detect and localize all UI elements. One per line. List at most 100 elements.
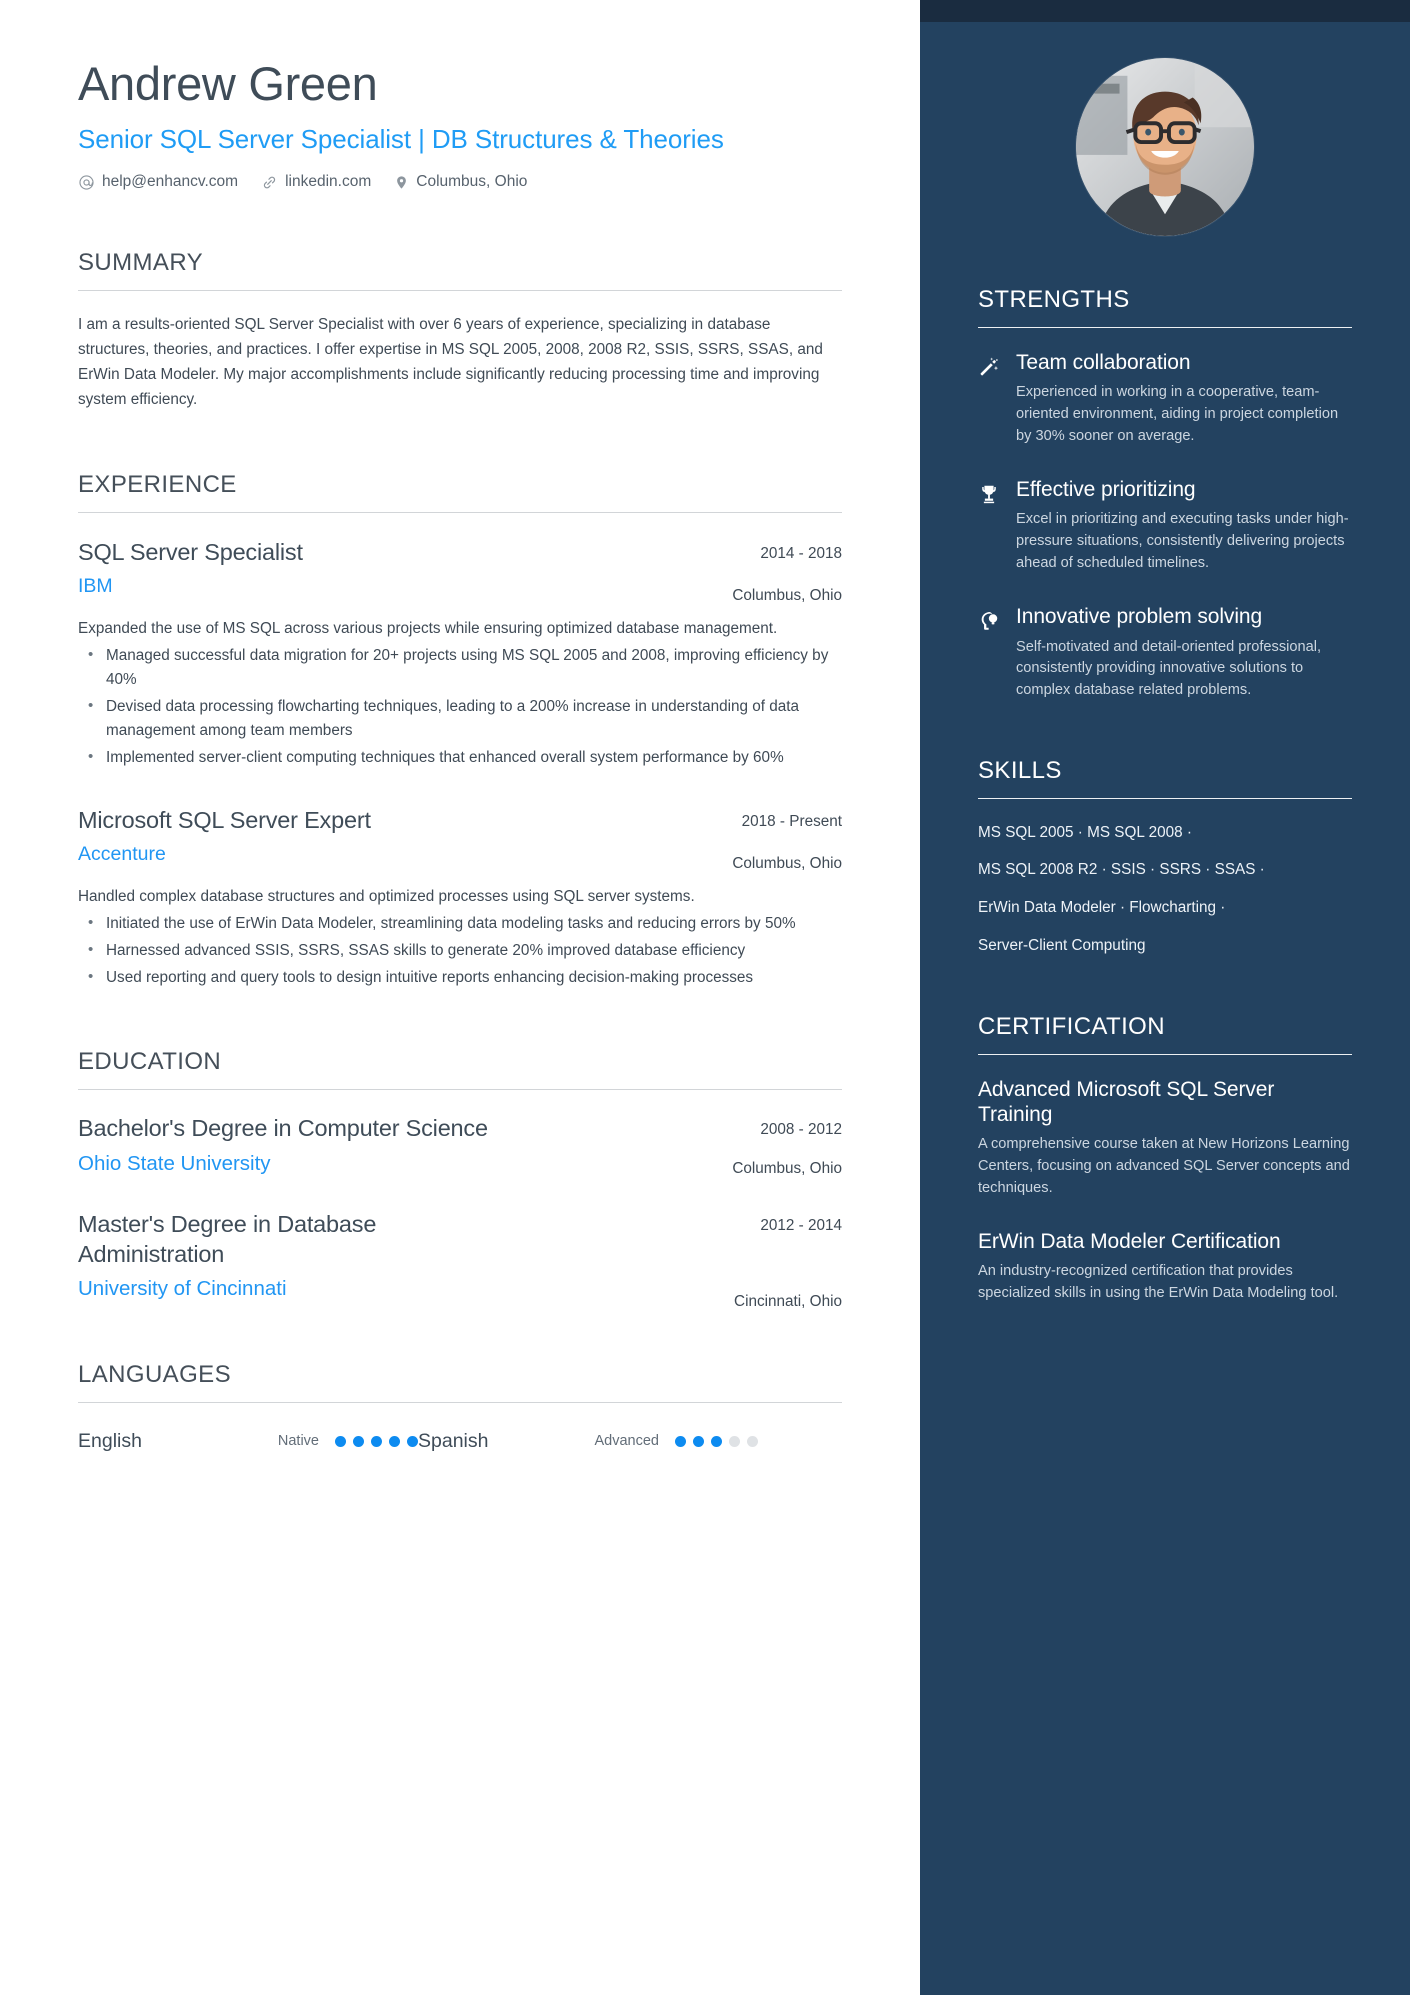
experience-heading: EXPERIENCE: [78, 470, 237, 498]
language-name: Spanish: [418, 1429, 489, 1452]
education-date-range: 2008 - 2012: [760, 1120, 842, 1138]
job-location: Columbus, Ohio: [732, 854, 842, 872]
education-location: Cincinnati, Ohio: [734, 1292, 842, 1310]
language-level: Advanced: [594, 1433, 660, 1450]
strengths-divider: [978, 327, 1352, 328]
certification-text: An industry-recognized certification tha…: [978, 1263, 1339, 1301]
contact-email[interactable]: help@enhancv.com: [78, 174, 238, 191]
education-date-range: 2012 - 2014: [760, 1216, 842, 1234]
language-level: Native: [277, 1433, 319, 1450]
sidebar-topbar: [920, 0, 1410, 22]
language-item: Spanish Advanced: [418, 1430, 758, 1453]
language-rating-dots: [335, 1435, 418, 1447]
job-location: Columbus, Ohio: [732, 586, 842, 604]
skill-line: MS SQL 2005 · MS SQL 2008 ·: [978, 823, 1192, 841]
rating-dot: [747, 1435, 758, 1447]
rating-dot: [407, 1435, 418, 1447]
section-summary: SUMMARY I am a results-oriented SQL Serv…: [78, 249, 842, 413]
job-description: Expanded the use of MS SQL across variou…: [78, 619, 778, 637]
experience-divider: [78, 511, 842, 513]
strength-title: Team collaboration: [1016, 351, 1191, 374]
job-bullet-list: Initiated the use of ErWin Data Modeler,…: [78, 911, 842, 990]
education-divider: [78, 1088, 842, 1090]
sidebar: STRENGTHS Team collaboration Experienced…: [920, 0, 1410, 1995]
company-name[interactable]: IBM: [78, 574, 710, 598]
summary-text: I am a results-oriented SQL Server Speci…: [78, 315, 823, 408]
experience-entry: SQL Server Specialist IBM 2014 - 2018 Co…: [78, 538, 842, 770]
location-icon: [394, 174, 409, 191]
job-bullet-list: Managed successful data migration for 20…: [78, 643, 842, 770]
education-entry: Bachelor's Degree in Computer Science Oh…: [78, 1114, 842, 1178]
job-description: Handled complex database structures and …: [78, 887, 695, 905]
languages-divider: [78, 1401, 842, 1403]
certification-heading: CERTIFICATION: [978, 1012, 1165, 1040]
contact-location: Columbus, Ohio: [394, 174, 527, 191]
education-heading: EDUCATION: [78, 1047, 222, 1075]
rating-dot: [335, 1435, 346, 1447]
job-bullet: Used reporting and query tools to design…: [78, 965, 842, 990]
section-skills: SKILLS MS SQL 2005 · MS SQL 2008 · MS SQ…: [978, 757, 1352, 958]
main-column: Andrew Green Senior SQL Server Specialis…: [0, 0, 920, 1995]
summary-divider: [78, 289, 842, 291]
page-title: Andrew Green: [78, 57, 378, 110]
magic-wand-icon: [978, 350, 1002, 378]
strength-title: Innovative problem solving: [1016, 605, 1263, 629]
language-item: English Native: [78, 1430, 418, 1453]
certification-divider: [978, 1053, 1352, 1055]
degree-title: Master's Degree in Database Administrati…: [78, 1210, 377, 1267]
certification-text: A comprehensive course taken at New Hori…: [978, 1136, 1350, 1196]
rating-dot: [729, 1435, 740, 1447]
contact-linkedin-text: linkedin.com: [285, 173, 372, 191]
skills-divider: [978, 797, 1352, 799]
strength-title: Effective prioritizing: [1016, 478, 1196, 502]
section-languages: LANGUAGES English Native Spanish Advance…: [78, 1361, 842, 1453]
certification-item: ErWin Data Modeler Certification An indu…: [978, 1229, 1352, 1304]
strength-text: Excel in prioritizing and executing task…: [1016, 511, 1349, 571]
certification-title: ErWin Data Modeler Certification: [978, 1230, 1281, 1254]
job-title: SQL Server Specialist: [78, 538, 303, 565]
strength-text: Experienced in working in a cooperative,…: [1016, 384, 1339, 444]
skill-line: MS SQL 2008 R2 · SSIS · SSRS · SSAS ·: [978, 861, 1265, 879]
strength-item: Innovative problem solving Self-motivate…: [978, 604, 1352, 701]
job-date-range: 2018 - Present: [741, 812, 842, 830]
language-row: English Native Spanish Advanced: [78, 1430, 842, 1453]
at-icon: [78, 174, 95, 191]
section-certification: CERTIFICATION Advanced Microsoft SQL Ser…: [978, 1013, 1352, 1305]
education-entry: Master's Degree in Database Administrati…: [78, 1210, 842, 1311]
avatar-wrapper: [978, 0, 1352, 236]
rating-dot: [371, 1435, 382, 1447]
company-name[interactable]: Accenture: [78, 842, 710, 866]
summary-heading: SUMMARY: [78, 248, 204, 276]
school-name[interactable]: University of Cincinnati: [78, 1277, 498, 1302]
contact-email-text: help@enhancv.com: [102, 173, 239, 191]
resume-page: Andrew Green Senior SQL Server Specialis…: [0, 0, 1410, 1995]
strength-item: Team collaboration Experienced in workin…: [978, 350, 1352, 447]
rating-dot: [675, 1435, 686, 1447]
certification-item: Advanced Microsoft SQL Server Training A…: [978, 1077, 1352, 1200]
contact-row: help@enhancv.com linkedin.com Columbus, …: [78, 174, 842, 191]
job-title: Microsoft SQL Server Expert: [78, 806, 371, 833]
job-bullet: Harnessed advanced SSIS, SSRS, SSAS skil…: [78, 938, 842, 963]
section-education: EDUCATION Bachelor's Degree in Computer …: [78, 1048, 842, 1311]
rating-dot: [389, 1435, 400, 1447]
skill-line: ErWin Data Modeler · Flowcharting ·: [978, 899, 1226, 917]
school-name[interactable]: Ohio State University: [78, 1152, 710, 1177]
link-icon: [261, 174, 278, 191]
education-location: Columbus, Ohio: [732, 1159, 842, 1177]
contact-location-text: Columbus, Ohio: [416, 173, 528, 191]
job-date-range: 2014 - 2018: [760, 544, 842, 562]
language-rating-dots: [675, 1435, 758, 1447]
strength-item: Effective prioritizing Excel in prioriti…: [978, 477, 1352, 574]
section-strengths: STRENGTHS Team collaboration Experienced…: [978, 286, 1352, 702]
section-experience: EXPERIENCE SQL Server Specialist IBM 201…: [78, 471, 842, 990]
rating-dot: [353, 1435, 364, 1447]
rating-dot: [693, 1435, 704, 1447]
skills-list: MS SQL 2005 · MS SQL 2008 · MS SQL 2008 …: [978, 821, 1352, 958]
language-name: English: [78, 1429, 142, 1452]
skill-line: Server-Client Computing: [978, 936, 1146, 954]
idea-head-icon: [978, 604, 1002, 632]
languages-heading: LANGUAGES: [78, 1360, 231, 1388]
degree-title: Bachelor's Degree in Computer Science: [78, 1114, 488, 1141]
contact-linkedin[interactable]: linkedin.com: [261, 174, 371, 191]
job-bullet: Managed successful data migration for 20…: [78, 643, 842, 692]
